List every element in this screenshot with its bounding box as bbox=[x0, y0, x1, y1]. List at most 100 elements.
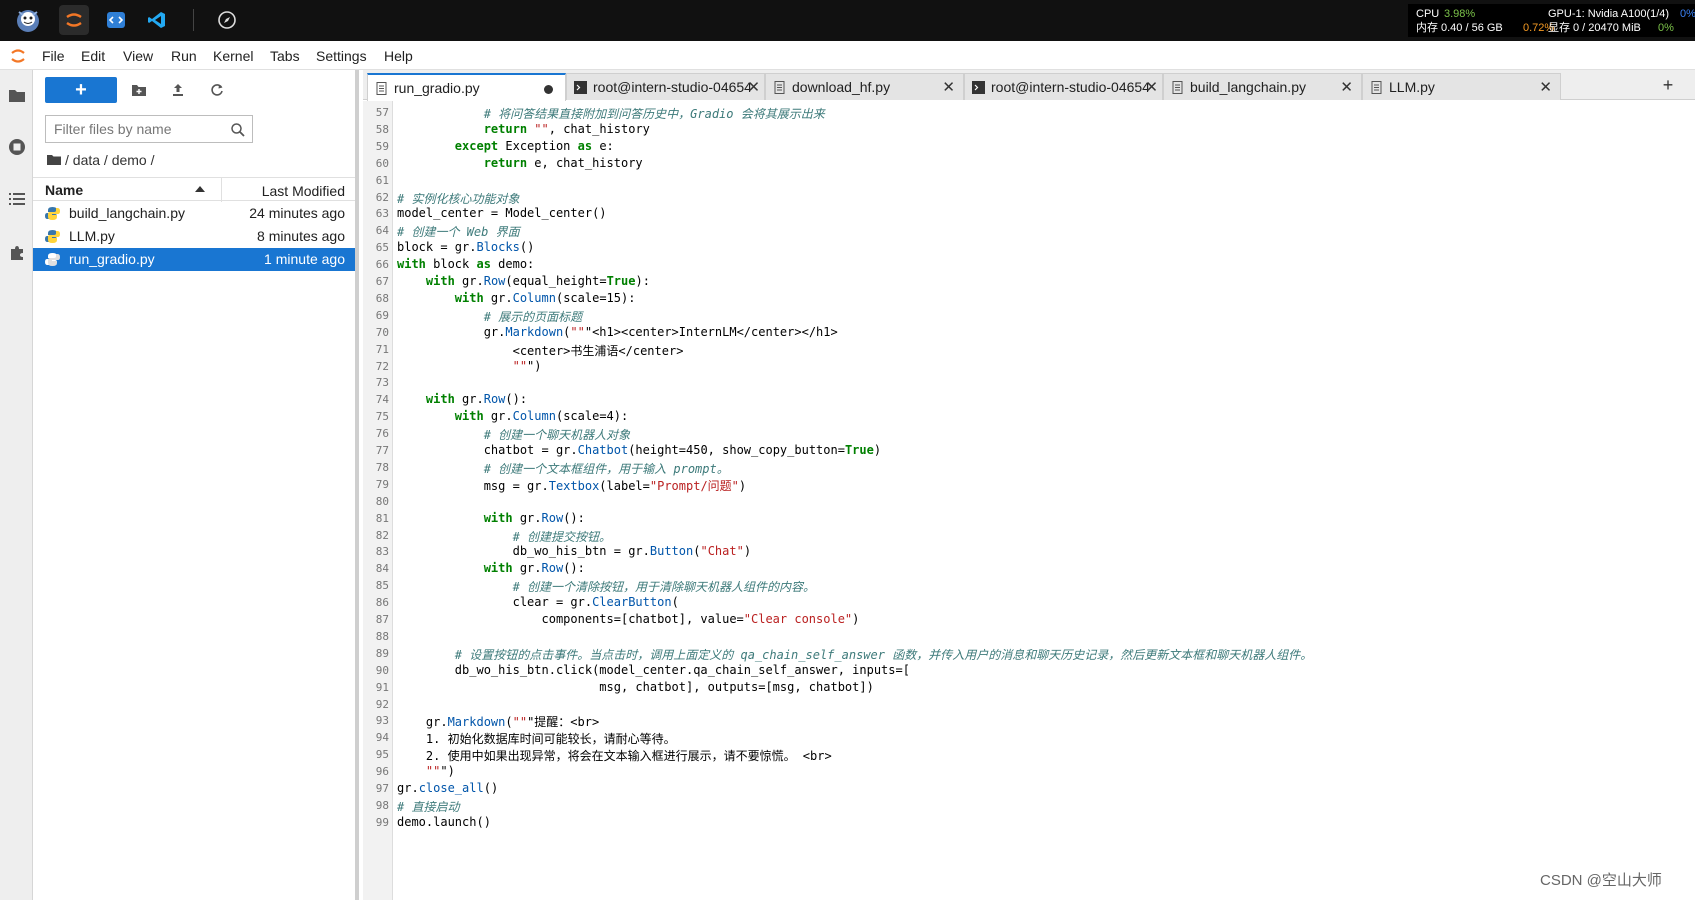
menu-help[interactable]: Help bbox=[384, 48, 413, 64]
code-line[interactable]: # 设置按钮的点击事件。当点击时，调用上面定义的 qa_chain_self_a… bbox=[397, 646, 1312, 663]
running-kernels-icon[interactable] bbox=[6, 136, 28, 158]
vram-percent: 0% bbox=[1658, 22, 1674, 34]
code-line[interactable]: with gr.Row(equal_height=True): bbox=[397, 274, 650, 288]
folder-icon[interactable] bbox=[6, 84, 28, 106]
code-line[interactable]: block = gr.Blocks() bbox=[397, 240, 534, 254]
column-header-last-modified[interactable]: Last Modified bbox=[262, 183, 345, 199]
code-line[interactable]: model_center = Model_center() bbox=[397, 206, 607, 220]
code-line[interactable]: with gr.Row(): bbox=[397, 511, 585, 525]
tab-download-hf[interactable]: download_hf.py ✕ bbox=[765, 73, 964, 100]
tab-label: LLM.py bbox=[1389, 79, 1435, 95]
folder-breadcrumb-icon[interactable] bbox=[47, 152, 61, 168]
close-icon[interactable]: ✕ bbox=[747, 78, 760, 96]
code-editor-icon[interactable] bbox=[101, 5, 131, 35]
compass-icon[interactable] bbox=[212, 5, 242, 35]
line-number: 99 bbox=[375, 815, 389, 829]
close-icon[interactable]: ✕ bbox=[942, 78, 955, 96]
code-line[interactable]: chatbot = gr.Chatbot(height=450, show_co… bbox=[397, 443, 881, 457]
gpu-label: GPU-1: Nvidia A100(1/4) bbox=[1548, 8, 1670, 20]
code-line[interactable]: # 展示的页面标题 bbox=[397, 308, 582, 325]
new-launcher-button[interactable]: + bbox=[45, 77, 117, 103]
code-line[interactable]: # 实例化核心功能对象 bbox=[397, 190, 519, 207]
unsaved-dot-icon[interactable] bbox=[544, 85, 553, 94]
file-row[interactable]: build_langchain.py 24 minutes ago bbox=[33, 202, 355, 225]
line-number: 98 bbox=[375, 798, 389, 812]
cpu-label: CPU bbox=[1416, 8, 1440, 20]
code-line[interactable]: gr.close_all() bbox=[397, 781, 498, 795]
code-line[interactable]: return "", chat_history bbox=[397, 122, 650, 136]
menu-edit[interactable]: Edit bbox=[81, 48, 105, 64]
code-line[interactable]: # 创建一个 Web 界面 bbox=[397, 223, 520, 240]
column-header-name[interactable]: Name bbox=[45, 182, 83, 198]
new-folder-icon[interactable] bbox=[129, 80, 149, 100]
tab-llm[interactable]: LLM.py ✕ bbox=[1362, 73, 1561, 100]
close-icon[interactable]: ✕ bbox=[1340, 78, 1353, 96]
file-modified: 8 minutes ago bbox=[257, 228, 345, 244]
extensions-puzzle-icon[interactable] bbox=[6, 242, 28, 264]
code-line[interactable]: msg, chatbot], outputs=[msg, chatbot]) bbox=[397, 680, 874, 694]
jupyter-icon[interactable] bbox=[59, 5, 89, 35]
code-editor[interactable]: 57 58 59 60 61 62 63 64 65 66 67 68 69 70 71 72 73 74 75 76… bbox=[363, 101, 1695, 900]
menu-tabs[interactable]: Tabs bbox=[270, 48, 300, 64]
code-line[interactable]: gr.Markdown("""<h1><center>InternLM</cen… bbox=[397, 325, 838, 339]
file-row-selected[interactable]: run_gradio.py 1 minute ago bbox=[33, 248, 355, 271]
code-line[interactable]: """) bbox=[397, 764, 455, 778]
tab-build-langchain[interactable]: build_langchain.py ✕ bbox=[1163, 73, 1362, 100]
file-row[interactable]: LLM.py 8 minutes ago bbox=[33, 225, 355, 248]
menu-file[interactable]: File bbox=[42, 48, 65, 64]
code-line[interactable]: """) bbox=[397, 359, 542, 373]
code-line[interactable]: demo.launch() bbox=[397, 815, 491, 829]
line-number: 70 bbox=[375, 325, 389, 339]
code-line[interactable]: # 创建一个文本框组件，用于输入 prompt。 bbox=[397, 460, 729, 477]
menu-kernel[interactable]: Kernel bbox=[213, 48, 253, 64]
code-line[interactable]: with block as demo: bbox=[397, 257, 534, 271]
filter-files-input[interactable] bbox=[54, 121, 224, 137]
menu-settings[interactable]: Settings bbox=[316, 48, 367, 64]
code-line[interactable]: 2. 使用中如果出现异常，将会在文本输入框进行展示，请不要惊慌。 <br> bbox=[397, 747, 832, 764]
code-line[interactable]: db_wo_his_btn = gr.Button("Chat") bbox=[397, 544, 751, 558]
code-line[interactable]: clear = gr.ClearButton( bbox=[397, 595, 679, 609]
upload-icon[interactable] bbox=[168, 80, 188, 100]
avatar-icon[interactable] bbox=[12, 5, 44, 35]
menu-run[interactable]: Run bbox=[171, 48, 197, 64]
menu-view[interactable]: View bbox=[123, 48, 153, 64]
editor-tab-bar: run_gradio.py root@intern-studio-04654 ✕… bbox=[363, 70, 1695, 101]
code-line[interactable]: # 将问答结果直接附加到问答历史中，Gradio 会将其展示出来 bbox=[397, 105, 825, 122]
column-divider bbox=[221, 178, 222, 202]
close-icon[interactable]: ✕ bbox=[1145, 78, 1158, 96]
tab-terminal-2[interactable]: root@intern-studio-04654 ✕ bbox=[964, 73, 1163, 100]
code-line[interactable]: <center>书生浦语</center> bbox=[397, 342, 684, 359]
code-line[interactable]: db_wo_his_btn.click(model_center.qa_chai… bbox=[397, 663, 910, 677]
code-line[interactable]: msg = gr.Textbox(label="Prompt/问题") bbox=[397, 477, 746, 494]
cpu-value: 3.98% bbox=[1444, 8, 1476, 20]
code-line[interactable]: # 直接启动 bbox=[397, 798, 459, 815]
code-line[interactable]: gr.Markdown("""提醒：<br> bbox=[397, 713, 599, 730]
code-line[interactable]: except Exception as e: bbox=[397, 139, 614, 153]
code-line[interactable]: 1. 初始化数据库时间可能较长，请耐心等待。 bbox=[397, 730, 676, 747]
line-number: 74 bbox=[375, 393, 389, 407]
close-icon[interactable]: ✕ bbox=[1539, 78, 1552, 96]
line-number: 66 bbox=[375, 258, 389, 272]
line-number: 58 bbox=[375, 122, 389, 136]
add-tab-button[interactable]: + bbox=[1656, 73, 1680, 97]
vram-label: 显存 bbox=[1548, 22, 1570, 34]
code-line[interactable]: with gr.Column(scale=4): bbox=[397, 409, 628, 423]
refresh-icon[interactable] bbox=[207, 80, 227, 100]
tab-run-gradio[interactable]: run_gradio.py bbox=[367, 73, 566, 101]
tab-terminal-1[interactable]: root@intern-studio-04654 ✕ bbox=[566, 73, 765, 100]
resource-monitor: CPU 3.98% 内存 0.40 / 56 GB 0.72% GPU-1: N… bbox=[1408, 4, 1695, 37]
tab-label: root@intern-studio-04654 bbox=[991, 79, 1150, 95]
line-number: 75 bbox=[375, 410, 389, 424]
code-line[interactable]: return e, chat_history bbox=[397, 156, 643, 170]
code-line[interactable]: with gr.Column(scale=15): bbox=[397, 291, 636, 305]
code-line[interactable]: # 创建一个聊天机器人对象 bbox=[397, 426, 630, 443]
code-line[interactable]: # 创建提交按钮。 bbox=[397, 528, 611, 545]
search-icon[interactable] bbox=[230, 122, 246, 138]
code-line[interactable]: with gr.Row(): bbox=[397, 392, 527, 406]
code-line[interactable]: # 创建一个清除按钮，用于清除聊天机器人组件的内容。 bbox=[397, 578, 815, 595]
vscode-icon[interactable] bbox=[142, 5, 172, 35]
table-of-contents-icon[interactable] bbox=[6, 188, 28, 210]
breadcrumb-path[interactable]: / data / demo / bbox=[65, 152, 155, 168]
code-line[interactable]: with gr.Row(): bbox=[397, 561, 585, 575]
code-line[interactable]: components=[chatbot], value="Clear conso… bbox=[397, 612, 859, 626]
